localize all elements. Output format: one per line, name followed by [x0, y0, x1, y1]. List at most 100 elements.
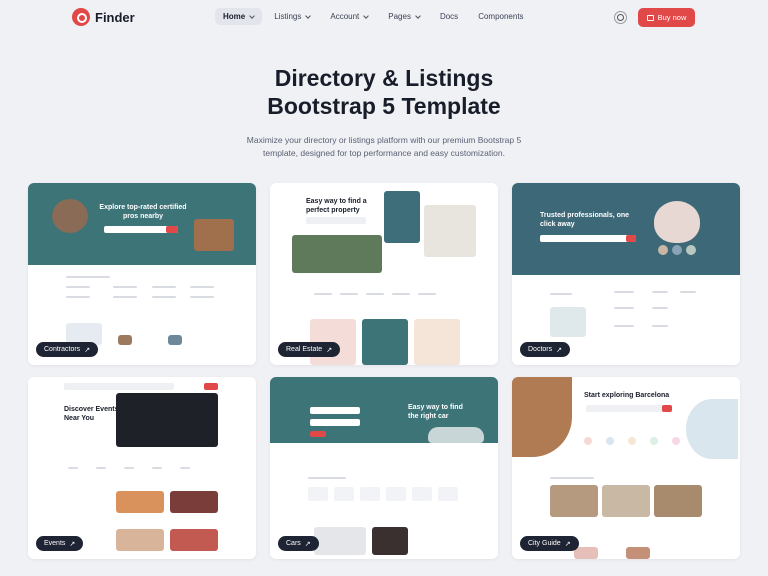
- nav-label: Home: [223, 12, 246, 21]
- preview-search: [586, 405, 672, 412]
- demo-badge[interactable]: City Guide ↗: [520, 536, 579, 551]
- preview-line: [614, 307, 634, 309]
- brand-name: Finder: [95, 9, 135, 25]
- preview-line: [392, 293, 410, 295]
- preview-hero: [512, 183, 740, 275]
- demo-badge[interactable]: Contractors ↗: [36, 342, 99, 357]
- event-photo: [170, 529, 218, 551]
- preview-search-button: [310, 431, 326, 437]
- subtitle-line-2: template, designed for top performance a…: [263, 148, 505, 158]
- nav-label: Listings: [274, 12, 302, 21]
- nav-item-pages[interactable]: Pages: [380, 8, 428, 25]
- doctor-photo: [654, 201, 700, 243]
- preview-search-button: [204, 383, 218, 390]
- avatar: [672, 245, 682, 255]
- nav-label: Account: [330, 12, 360, 21]
- preview-search-button: [662, 405, 672, 412]
- preview-line: [614, 291, 634, 293]
- preview-line: [366, 293, 384, 295]
- nav-item-docs[interactable]: Docs: [432, 8, 466, 25]
- arrow-up-right-icon: ↗: [69, 540, 76, 548]
- preview-search: [306, 217, 366, 224]
- page-subtitle: Maximize your directory or listings plat…: [0, 134, 768, 160]
- demo-card-cars[interactable]: Easy way to find the right car Cars ↗: [270, 377, 498, 559]
- preview-line: [113, 286, 137, 288]
- preview-line: [652, 307, 668, 309]
- badge-label: Events: [44, 540, 66, 547]
- logo[interactable]: Finder: [72, 8, 135, 26]
- preview-search-button: [626, 235, 636, 242]
- property-photo: [414, 319, 460, 365]
- worker-photo: [194, 219, 234, 251]
- cart-icon: [646, 14, 654, 21]
- preview-heading: Easy way to find the right car: [408, 404, 463, 420]
- place-photo: [626, 547, 650, 559]
- badge-label: Doctors: [528, 346, 553, 353]
- event-photo: [116, 491, 164, 513]
- event-photo: [116, 529, 164, 551]
- chevron-down-icon: [305, 12, 312, 19]
- place-photo: [574, 547, 598, 559]
- nav-item-home[interactable]: Home: [215, 8, 263, 25]
- preview-line: [190, 286, 214, 288]
- place-photo: [550, 485, 598, 517]
- preview-search: [540, 235, 636, 242]
- demo-card-city-guide[interactable]: Start exploring Barcelona City Guide ↗: [512, 377, 740, 559]
- preview-line: [680, 291, 696, 293]
- buy-now-button[interactable]: Buy now: [638, 8, 695, 27]
- preview-line: [308, 477, 346, 479]
- property-photo: [424, 205, 476, 257]
- demo-card-real-estate[interactable]: Easy way to find a perfect property Real…: [270, 183, 498, 365]
- preview-line: [66, 296, 90, 298]
- preview-search: [310, 419, 360, 426]
- preview-line: [124, 467, 134, 469]
- nav-item-components[interactable]: Components: [470, 8, 531, 25]
- arrow-up-right-icon: ↗: [326, 346, 333, 354]
- arrow-up-right-icon: ↗: [564, 540, 571, 548]
- car-type-tile: [334, 487, 354, 501]
- subtitle-line-1: Maximize your directory or listings plat…: [246, 135, 522, 145]
- nav-label: Docs: [439, 12, 459, 21]
- nav-label: Components: [478, 12, 524, 21]
- chevron-down-icon: [363, 12, 370, 19]
- badge-label: Real Estate: [286, 346, 323, 353]
- map-preview: [550, 307, 586, 337]
- nav-item-listings[interactable]: Listings: [266, 8, 318, 25]
- demo-card-doctors[interactable]: Trusted professionals, one click away Do…: [512, 183, 740, 365]
- title-line-2: Bootstrap 5 Template: [267, 93, 501, 119]
- preview-line: [180, 467, 190, 469]
- category-icon: [628, 437, 636, 445]
- worker-photo: [52, 199, 88, 233]
- demo-card-events[interactable]: Discover Events Near You Events ↗: [28, 377, 256, 559]
- theme-toggle[interactable]: [612, 9, 628, 25]
- concert-poster: [116, 393, 218, 447]
- preview-line: [96, 467, 106, 469]
- preview-heading: Easy way to find a perfect property: [306, 198, 367, 214]
- demo-badge[interactable]: Doctors ↗: [520, 342, 570, 357]
- preview-line: [418, 293, 436, 295]
- navbar: Finder Home Listings Account Pages Docs …: [0, 0, 768, 34]
- demo-card-contractors[interactable]: Explore top-rated certified pros nearby …: [28, 183, 256, 365]
- title-line-1: Directory & Listings: [274, 65, 494, 91]
- preview-line: [152, 296, 176, 298]
- demo-badge[interactable]: Events ↗: [36, 536, 84, 551]
- demo-badge[interactable]: Real Estate ↗: [278, 342, 341, 357]
- city-photo: [512, 377, 572, 457]
- preview-line: [614, 325, 634, 327]
- main-menu: Home Listings Account Pages Docs Compone…: [215, 8, 532, 25]
- category-icon: [672, 437, 680, 445]
- chevron-down-icon: [415, 12, 421, 19]
- chevron-down-icon: [249, 12, 256, 19]
- preview-line: [113, 296, 137, 298]
- avatar: [686, 245, 696, 255]
- nav-label: Pages: [388, 12, 411, 21]
- property-photo: [292, 235, 382, 273]
- preview-line: [340, 293, 358, 295]
- preview-line: [652, 291, 668, 293]
- place-photo: [602, 485, 650, 517]
- demo-badge[interactable]: Cars ↗: [278, 536, 319, 551]
- preview-line: [550, 293, 572, 295]
- car-type-tile: [386, 487, 406, 501]
- place-photo: [654, 485, 702, 517]
- nav-item-account[interactable]: Account: [322, 8, 376, 25]
